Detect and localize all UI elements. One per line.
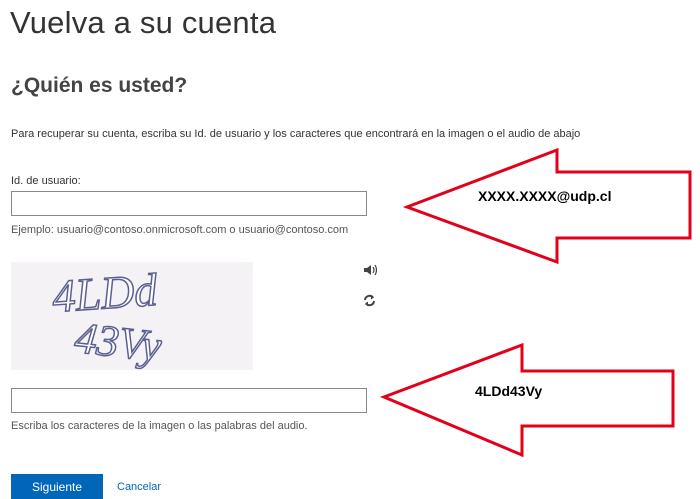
annotation-arrows — [379, 147, 692, 458]
annotation-captcha: 4LDd43Vy — [475, 383, 543, 399]
arrow-user-id — [402, 147, 692, 265]
arrow-captcha — [379, 342, 675, 458]
annotation-user-id: XXXX.XXXX@udp.cl — [478, 188, 612, 204]
